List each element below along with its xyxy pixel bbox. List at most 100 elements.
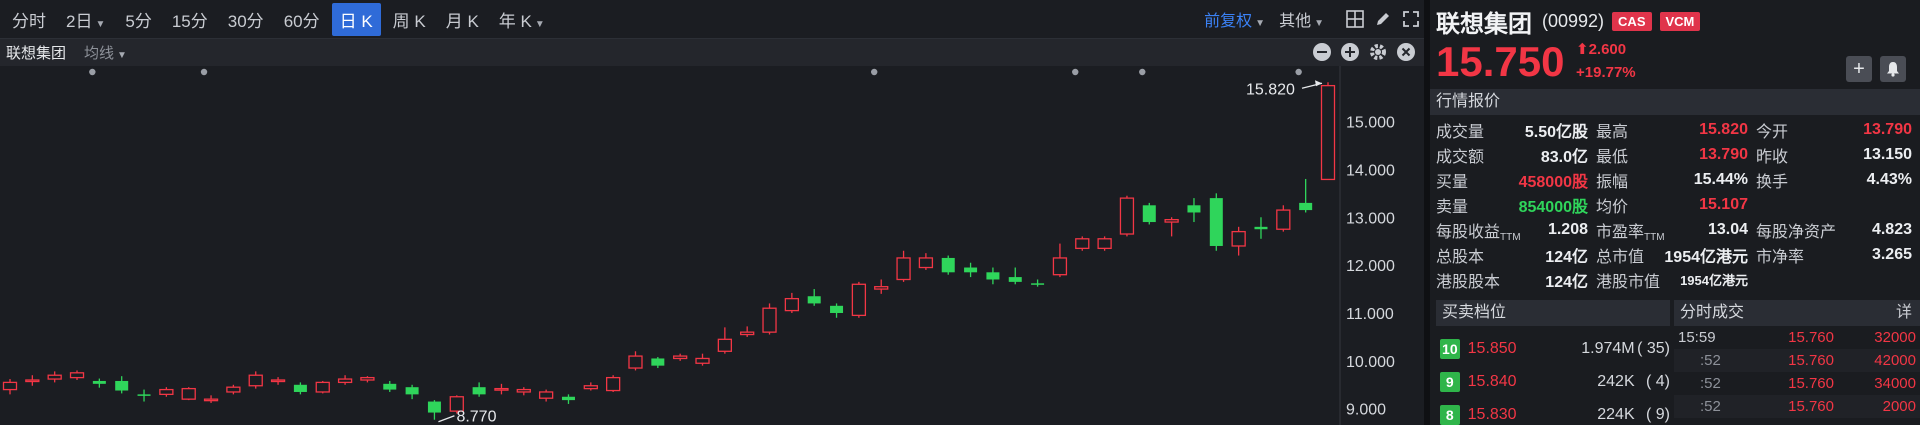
quote-section-title: 行情报价 — [1430, 89, 1920, 115]
quote-value: 13.790 — [1699, 145, 1748, 163]
quote-cell: 买量 458000股 — [1436, 168, 1596, 192]
candle-body — [941, 257, 955, 273]
zoom-out-icon[interactable] — [1312, 42, 1332, 62]
period-tab[interactable]: 日 K — [331, 2, 381, 36]
quote-cell: 今开 13.790 — [1756, 118, 1920, 142]
period-tab[interactable]: 30分 — [220, 3, 272, 36]
event-marker-dot — [89, 68, 96, 76]
period-tab[interactable]: 2日 ▼ — [58, 3, 113, 36]
pen-draw-icon[interactable] — [1372, 8, 1394, 30]
add-watchlist-button[interactable]: + — [1846, 56, 1872, 82]
candle-body — [851, 283, 867, 317]
period-tab-label: 日 K — [339, 11, 373, 31]
period-toolbar: 分时 2日 ▼ 5分 15分 30分 60分日 K周 K月 K年 K ▼ 前复权 ▼ 其他 ▼ — [0, 0, 1424, 38]
fullscreen-icon[interactable] — [1400, 8, 1422, 30]
period-tab-label: 2日 — [66, 11, 93, 31]
gear-icon[interactable] — [1368, 42, 1388, 62]
candle-body — [740, 331, 755, 336]
candle-body — [226, 386, 241, 393]
candle-body — [673, 355, 688, 360]
period-tab-label: 分时 — [12, 11, 46, 31]
quote-label: 振幅 — [1596, 168, 1628, 192]
trade-price: 15.760 — [1788, 329, 1834, 346]
other-dropdown[interactable]: 其他 ▼ — [1279, 7, 1324, 31]
candle-body — [1209, 198, 1223, 246]
period-tab-label: 15分 — [171, 11, 208, 31]
period-tab[interactable]: 5分 — [117, 3, 159, 36]
candle-body — [964, 267, 978, 273]
stock-name: 联想集团 — [1436, 10, 1532, 38]
y-tick-label: 9.000 — [1346, 402, 1386, 419]
quote-label: 今开 — [1756, 118, 1788, 142]
indicator-bar: 联想集团 均线 ▼ — [0, 38, 1424, 66]
last-price: 15.750 — [1436, 38, 1565, 85]
period-tab[interactable]: 年 K ▼ — [491, 3, 553, 36]
candle-body — [315, 381, 330, 393]
quote-label: 换手 — [1756, 168, 1788, 192]
period-tab-label: 月 K — [445, 11, 479, 31]
high-annotation-label: 15.820 — [1246, 81, 1295, 98]
quote-label: 市净率 — [1756, 243, 1804, 267]
trade-row: 15:59 15.760 32000 — [1674, 326, 1920, 349]
y-tick-label: 10.000 — [1346, 354, 1395, 371]
depth-price: 15.830 — [1467, 405, 1517, 423]
quote-label-text: 每股净资产 — [1756, 223, 1837, 241]
candle-body — [1164, 219, 1179, 223]
period-tab[interactable]: 15分 — [164, 3, 216, 36]
quote-value: 13.790 — [1863, 120, 1912, 138]
candle-body — [1075, 238, 1090, 250]
y-tick-label: 13.000 — [1346, 210, 1395, 227]
kline-chart[interactable]: 15.000 14.000 13.000 12.000 11.000 10.000 9.00… — [0, 66, 1424, 425]
depth-row[interactable]: 8 15.830 224K ( 9) — [1436, 398, 1670, 425]
period-tab[interactable]: 月 K — [438, 3, 487, 36]
trades-section-title: 分时成交 详 — [1674, 300, 1920, 326]
quote-label: 买量 — [1436, 168, 1468, 192]
quote-row: 总股本 124亿 总市值 1954亿港元 市净率 3.265 — [1436, 242, 1920, 267]
period-tab[interactable]: 分时 — [4, 3, 54, 36]
quote-cell: 总股本 124亿 — [1436, 243, 1596, 267]
quote-label: 港股市值 — [1596, 268, 1660, 292]
trade-time: :52 — [1700, 352, 1721, 369]
price-alert-button[interactable] — [1880, 56, 1906, 82]
trade-time: :52 — [1700, 398, 1721, 415]
quote-row: 港股股本 124亿 港股市值 1954亿港元 — [1436, 267, 1920, 292]
quote-label-text: 卖量 — [1436, 198, 1469, 216]
chart-controls — [1304, 42, 1416, 62]
adjust-dropdown[interactable]: 前复权 ▼ — [1204, 7, 1265, 31]
quote-cell: 市盈率TTM 13.04 — [1596, 218, 1756, 243]
y-tick-label: 14.000 — [1346, 162, 1395, 179]
quote-value: 5.50亿股 — [1524, 123, 1588, 141]
depth-level: 10 — [1440, 338, 1460, 359]
quote-value: 124亿 — [1545, 273, 1588, 291]
arrow-up-icon: ⬆ — [1576, 41, 1589, 58]
chevron-down-icon: ▼ — [1255, 18, 1266, 29]
trade-vol: 42000 — [1874, 352, 1916, 369]
period-tab[interactable]: 60分 — [276, 3, 328, 36]
ma-dropdown[interactable]: 均线 ▼ — [84, 42, 127, 63]
quote-cell: 每股收益TTM 1.208 — [1436, 218, 1596, 243]
candle-body — [1008, 277, 1022, 282]
candle-body — [1187, 205, 1201, 213]
period-tab[interactable]: 周 K — [385, 3, 434, 36]
candle-body — [115, 380, 129, 391]
trade-list: 15:59 15.760 32000:52 15.760 42000:52 15.760 3… — [1674, 326, 1920, 418]
quote-label-text: 振幅 — [1596, 173, 1629, 191]
close-icon[interactable] — [1396, 42, 1416, 62]
candle-body — [337, 378, 353, 384]
candle-body — [784, 297, 800, 312]
quote-cell: 成交量 5.50亿股 — [1436, 118, 1596, 142]
zoom-in-icon[interactable] — [1340, 42, 1360, 62]
trade-time: 15:59 — [1678, 329, 1716, 346]
candle-body — [830, 305, 844, 313]
quote-label: 市盈率TTM — [1596, 218, 1665, 243]
event-marker-dot — [871, 68, 878, 76]
layout-grid-icon[interactable] — [1344, 8, 1366, 30]
candle-body — [561, 396, 575, 401]
trades-detail-link[interactable]: 详 — [1896, 300, 1912, 326]
depth-row[interactable]: 9 15.840 242K ( 4) — [1436, 365, 1670, 398]
depth-row[interactable]: 10 15.850 1.974M( 35) — [1436, 332, 1670, 365]
quote-label: 每股净资产 — [1756, 218, 1836, 242]
candle-body — [159, 388, 174, 396]
quote-label-text: 买量 — [1436, 173, 1469, 191]
candle-body — [203, 398, 219, 402]
